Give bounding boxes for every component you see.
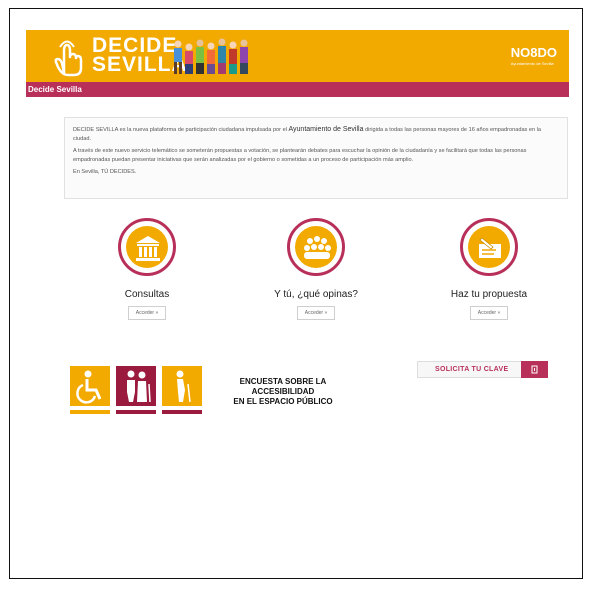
elderly-couple-icon	[116, 366, 156, 406]
intro-box: DECIDE SEVILLA es la nueva plataforma de…	[64, 117, 568, 199]
tile-row2-1	[70, 410, 110, 414]
solicita-clave-label: SOLICITA TU CLAVE	[435, 366, 509, 373]
tile-row2-3	[162, 410, 202, 414]
partner-logo-subtitle: Ayuntamiento de Sevilla	[510, 61, 554, 66]
survey-line2: ACCESIBILIDAD	[251, 387, 315, 396]
feature-propuesta: Haz tu propuesta Acceder »	[429, 218, 549, 320]
propuesta-access-button[interactable]: Acceder »	[469, 306, 509, 320]
intro-p1-start: DECIDE SEVILLA es la nueva plataforma de…	[73, 127, 289, 133]
people-icon[interactable]	[287, 218, 345, 276]
key-icon	[521, 361, 548, 378]
hand-logo-icon[interactable]	[54, 37, 84, 77]
building-icon[interactable]	[118, 218, 176, 276]
survey-line1: ENCUESTA SOBRE LA	[239, 377, 327, 386]
feature-opinas: Y tú, ¿qué opinas? Acceder »	[256, 218, 376, 320]
consultas-access-button[interactable]: Acceder »	[127, 306, 167, 320]
survey-line3: EN EL ESPACIO PÚBLICO	[233, 397, 333, 406]
intro-p1-highlight: Ayuntamiento de Sevilla	[288, 126, 364, 133]
feature-label-propuesta: Haz tu propuesta	[450, 289, 528, 300]
proposal-icon[interactable]	[460, 218, 518, 276]
intro-paragraph-2: A través de este nuevo servicio telemáti…	[73, 148, 527, 163]
feature-label-opinas: Y tú, ¿qué opinas?	[274, 289, 358, 300]
elderly-cane-icon	[162, 366, 202, 406]
breadcrumb-bar: Decide Sevilla	[26, 82, 569, 97]
partner-logo[interactable]: NO8DO Ayuntamiento de Sevilla	[511, 45, 557, 66]
opinas-access-button[interactable]: Acceder »	[296, 306, 336, 320]
wheelchair-icon	[70, 366, 110, 406]
intro-paragraph-1: DECIDE SEVILLA es la nueva plataforma de…	[73, 125, 559, 144]
site-header: DECIDE SEVILLA NO8DO Ayuntamiento de Sev…	[26, 30, 569, 82]
feature-label-consultas: Consultas	[124, 289, 170, 300]
partner-logo-text: NO8DO	[510, 45, 557, 60]
solicita-clave-button[interactable]: SOLICITA TU CLAVE	[417, 361, 548, 378]
tile-row2-2	[116, 410, 156, 414]
breadcrumb[interactable]: Decide Sevilla	[28, 85, 82, 94]
intro-paragraph-3: En Sevilla, TÚ DECIDES.	[73, 169, 137, 175]
accessibility-banner-image[interactable]	[70, 366, 208, 414]
citizens-illustration-icon	[174, 38, 248, 74]
feature-consultas: Consultas Acceder »	[87, 218, 207, 320]
survey-title[interactable]: ENCUESTA SOBRE LA ACCESIBILIDAD EN EL ES…	[228, 377, 338, 407]
